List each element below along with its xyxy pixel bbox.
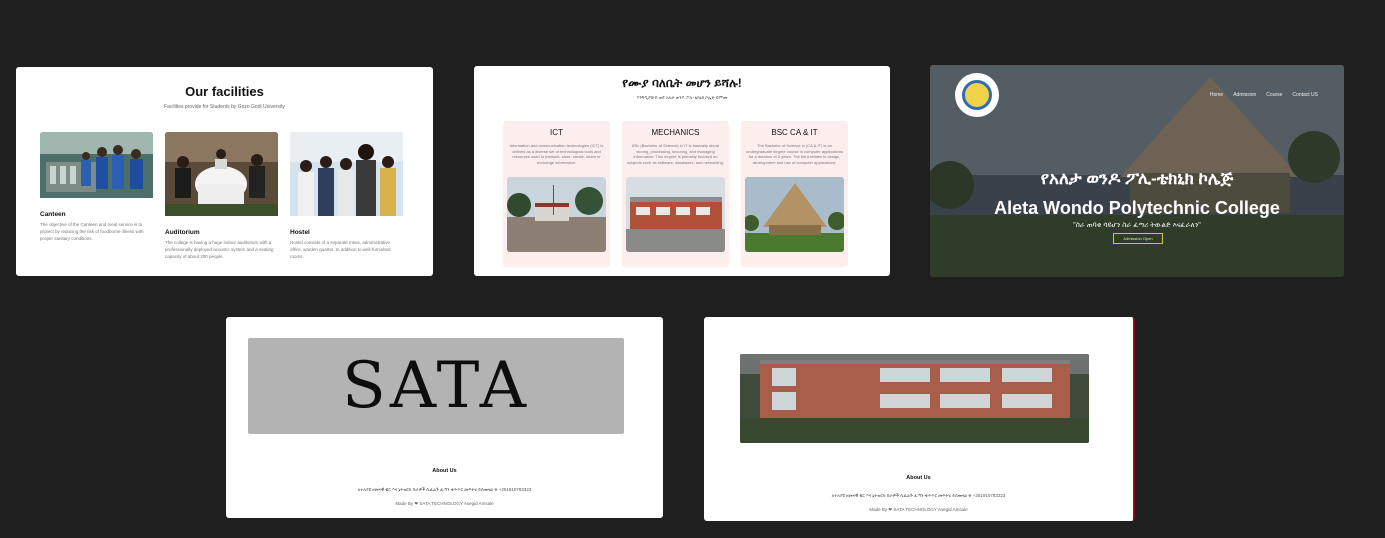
facility-desc: The objective of the Canteen and meal se…: [40, 222, 144, 241]
hero-motto: "ስራ ጠባቂ ሳይሆን ስራ ፈጣሪ ትውልድ እናፈራለን": [1073, 222, 1201, 229]
department-desc: The Bachelor of Science in (CA & IT) is …: [746, 143, 843, 165]
facilities-preview-card[interactable]: Our facilities Facilities provide for St…: [16, 67, 433, 276]
departments-subtitle: እንግዲያውስ ወደ አለታ ወንዶ ፖሊ-ቴክኒክ ኮሌጅ ይምጡ: [636, 95, 728, 100]
about-us-text: ለተለያዩ ዘመናዊ ዌር እና ኔትወርክ ስራዎች ሲፈልጉ ፈጣን ቁጥጥ…: [831, 493, 1006, 498]
facility-name: Auditorium: [165, 229, 200, 236]
facilities-title: Our facilities: [185, 84, 264, 99]
facility-desc: The college is having a huge indoor audi…: [165, 240, 274, 259]
college-building-photo: [740, 354, 1089, 443]
hostel-photo: [290, 132, 403, 221]
departments-title: የሙያ ባለቤት መሆን ይሻሉ!: [622, 76, 742, 90]
admission-open-button[interactable]: Admission Open: [1113, 233, 1163, 244]
department-card-ict[interactable]: ICT Information and communication techno…: [503, 121, 610, 267]
facilities-subtitle: Facilities provide for Students by Gozo …: [164, 104, 285, 110]
sata-banner-text: SATA: [342, 349, 530, 423]
department-card-mechanics[interactable]: MECHANICS BSc (Bachelor of Science) in I…: [622, 121, 729, 267]
about-us-text: ለተለያዩ ዘመናዊ ዌር እና ኔትወርክ ስራዎች ሲፈልጉ ፈጣን ቁጥጥ…: [357, 487, 532, 492]
hero-title-amharic: የአለታ ወንዶ ፖሊ-ቴክኒክ ኮሌጅ: [1040, 169, 1234, 188]
made-by-credit: Made By ❤ SATA TECHNOLOGY Asegid Amsale: [395, 501, 494, 506]
facility-name: Canteen: [40, 211, 66, 218]
departments-preview-card[interactable]: የሙያ ባለቤት መሆን ይሻሉ! እንግዲያውስ ወደ አለታ ወንዶ ፖሊ-…: [474, 66, 890, 276]
nav-contact-link[interactable]: Contact US: [1292, 92, 1318, 98]
hero-title-english: Aleta Wondo Polytechnic College: [994, 198, 1280, 218]
building-about-preview-card[interactable]: About Us ለተለያዩ ዘመናዊ ዌር እና ኔትወርክ ስራዎች ሲፈል…: [704, 317, 1135, 521]
facility-auditorium: Auditorium The college is having a huge …: [165, 132, 278, 260]
nav-course-link[interactable]: Course: [1266, 92, 1282, 98]
nav-admission-link[interactable]: Admission: [1233, 92, 1256, 98]
about-us-heading: About Us: [906, 475, 931, 481]
hero-nav: Home Admission Course Contact US: [1210, 92, 1318, 98]
mechanics-building-photo: [626, 177, 725, 252]
department-desc: BSc (Bachelor of Science) in IT is basic…: [627, 143, 724, 165]
sata-about-preview-card[interactable]: SATA About Us ለተለያዩ ዘመናዊ ዌር እና ኔትወርክ ስራዎ…: [226, 317, 663, 518]
bsc-hut-photo: [745, 177, 844, 252]
made-by-credit: Made By ❤ SATA TECHNOLOGY Asegid Amsale: [869, 507, 968, 512]
facility-name: Hostel: [290, 229, 310, 236]
department-desc: Information and communication technologi…: [509, 143, 604, 165]
facility-canteen: Canteen The objective of the Canteen and…: [40, 132, 153, 242]
hero-preview-card[interactable]: Home Admission Course Contact US የአለታ ወን…: [930, 65, 1344, 277]
nav-home-link[interactable]: Home: [1210, 92, 1223, 98]
department-name: BSC CA & IT: [771, 128, 818, 137]
facility-hostel: Hostel Hostel consists of a separate mes…: [290, 132, 403, 260]
sata-banner: SATA: [248, 338, 624, 434]
department-card-bsc[interactable]: BSC CA & IT The Bachelor of Science in (…: [741, 121, 848, 267]
department-name: ICT: [550, 128, 563, 137]
logo-emblem-icon: [962, 80, 992, 110]
auditorium-photo: [165, 132, 278, 221]
department-name: MECHANICS: [651, 128, 700, 137]
about-us-heading: About Us: [432, 468, 457, 474]
facility-desc: Hostel consists of a separate mess, admi…: [290, 240, 391, 259]
ict-campus-photo: [507, 177, 606, 252]
college-logo[interactable]: [955, 73, 999, 117]
canteen-photo: [40, 132, 153, 203]
